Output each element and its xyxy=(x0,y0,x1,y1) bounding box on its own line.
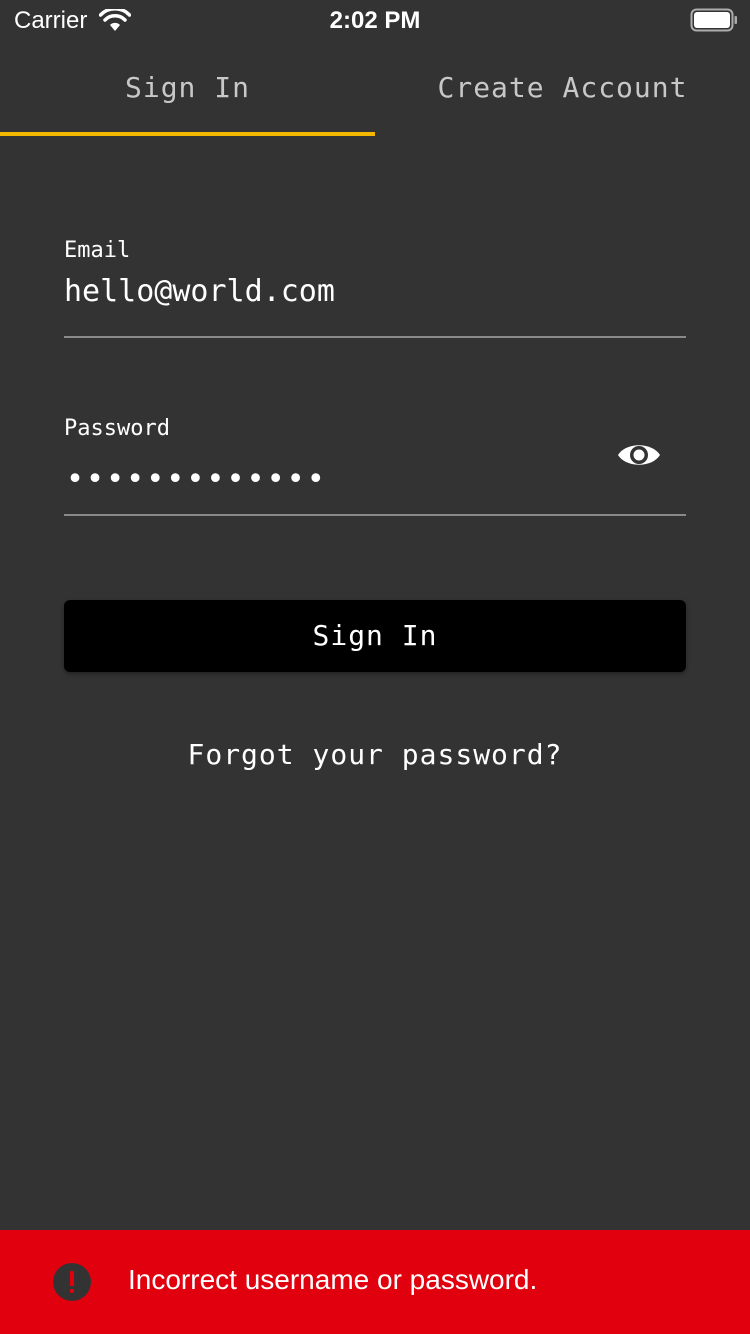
tab-create-account[interactable]: Create Account xyxy=(375,40,750,136)
forgot-password-link[interactable]: Forgot your password? xyxy=(0,738,750,771)
email-input[interactable]: hello@world.com xyxy=(64,274,335,309)
clock: 2:02 PM xyxy=(329,7,421,34)
eye-icon[interactable] xyxy=(616,438,662,472)
active-tab-indicator xyxy=(0,132,375,136)
error-message: Incorrect username or password. xyxy=(128,1264,538,1295)
status-bar: Carrier 2:02 PM xyxy=(0,0,750,40)
alert-icon xyxy=(53,1263,91,1301)
email-label: Email xyxy=(64,238,131,263)
tab-sign-in[interactable]: Sign In xyxy=(0,40,375,136)
password-label: Password xyxy=(64,416,170,441)
password-input[interactable]: ••••••••••••• xyxy=(66,462,327,497)
sign-in-button[interactable]: Sign In xyxy=(64,600,686,672)
email-field[interactable]: Email hello@world.com xyxy=(64,230,686,338)
password-field[interactable]: Password ••••••••••••• xyxy=(64,408,686,516)
auth-tabs: Sign In Create Account xyxy=(0,40,750,136)
error-banner: Incorrect username or password. xyxy=(0,1230,750,1334)
battery-icon xyxy=(690,8,737,32)
